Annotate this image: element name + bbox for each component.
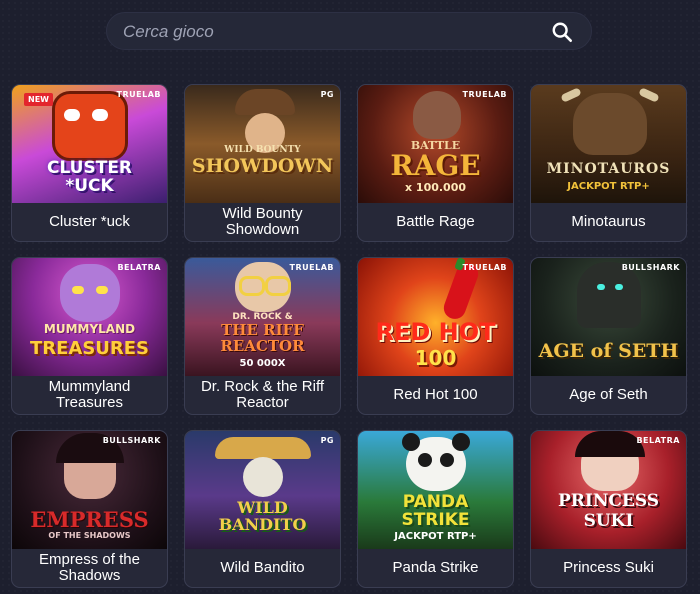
provider-logo: PG [320,90,334,99]
game-art-multiplier: x 100.000 [404,181,467,194]
new-badge: NEW [24,93,53,106]
game-thumbnail: MINOTAUROS JACKPOT RTP+ [531,85,686,203]
game-art-text: RAGE [390,149,481,182]
provider-logo: TRUELAB [289,263,334,272]
game-art-text: PANDA STRIKE [401,492,470,530]
game-art-jackpot: JACKPOT RTP+ [394,531,477,542]
game-art-text: WILD BANDITO [218,498,307,534]
game-title: Battle Rage [396,213,475,230]
provider-logo: BELATRA [117,263,161,272]
game-card-mummyland-treasures[interactable]: MUMMYLAND TREASURES BELATRA Mummyland Tr… [11,257,168,415]
game-thumbnail: MUMMYLAND TREASURES BELATRA [12,258,167,376]
provider-logo: PG [320,436,334,445]
game-title: Mummyland Treasures [48,378,131,411]
game-title: Empress of the Shadows [39,551,140,584]
game-thumbnail: EMPRESS OF THE SHADOWS BULLSHARK [12,431,167,549]
game-card-red-hot-100[interactable]: RED HOT 100 TRUELAB Red Hot 100 [357,257,514,415]
game-art-text: SHOWDOWN [191,155,334,177]
game-art-subtitle: WILD BOUNTY [224,145,301,155]
game-art-multiplier: 50 000X [239,358,286,369]
game-title: Princess Suki [563,559,654,576]
game-card-princess-suki[interactable]: PRINCESS SUKI BELATRA Princess Suki [530,430,687,588]
game-art-jackpot: JACKPOT RTP+ [567,181,650,192]
game-art-text: CLUSTER *UCK [46,158,133,196]
game-thumbnail: PANDA STRIKE JACKPOT RTP+ [358,431,513,549]
game-card-battle-rage[interactable]: BATTLE RAGE x 100.000 TRUELAB Battle Rag… [357,84,514,242]
game-thumbnail: AGE of SETH BULLSHARK [531,258,686,376]
provider-logo: TRUELAB [116,90,161,99]
game-thumbnail: RED HOT 100 TRUELAB [358,258,513,376]
game-title: Panda Strike [392,559,479,576]
game-art-number: 100 [414,346,457,370]
game-art-text: AGE of SETH [538,340,679,362]
game-card-wild-bandito[interactable]: WILD BANDITO PG Wild Bandito [184,430,341,588]
game-card-wild-bounty-showdown[interactable]: WILD BOUNTY SHOWDOWN PG Wild Bounty Show… [184,84,341,242]
game-title: Wild Bounty Showdown [222,205,303,238]
game-art-text: MINOTAUROS [546,161,671,177]
game-title: Dr. Rock & the Riff Reactor [200,378,325,411]
game-art-text: TREASURES [29,338,150,359]
search-input[interactable] [121,13,545,51]
game-card-cluster-uck[interactable]: CLUSTER *UCK NEW TRUELAB Cluster *uck [11,84,168,242]
game-title: Wild Bandito [220,559,305,576]
game-title: Age of Seth [569,386,648,403]
provider-logo: TRUELAB [462,263,507,272]
game-title: Minotaurus [571,213,646,230]
game-thumbnail: WILD BANDITO PG [185,431,340,549]
game-art-text: PRINCESS SUKI [557,491,660,531]
game-card-dr-rock-riff-reactor[interactable]: DR. ROCK & THE RIFF REACTOR 50 000X TRUE… [184,257,341,415]
provider-logo: BULLSHARK [621,263,680,272]
game-thumbnail: DR. ROCK & THE RIFF REACTOR 50 000X TRUE… [185,258,340,376]
game-card-age-of-seth[interactable]: AGE of SETH BULLSHARK Age of Seth [530,257,687,415]
provider-logo: TRUELAB [462,90,507,99]
game-card-panda-strike[interactable]: PANDA STRIKE JACKPOT RTP+ Panda Strike [357,430,514,588]
game-card-minotaurus[interactable]: MINOTAUROS JACKPOT RTP+ Minotaurus [530,84,687,242]
game-title: Red Hot 100 [393,386,478,403]
game-thumbnail: PRINCESS SUKI BELATRA [531,431,686,549]
game-thumbnail: WILD BOUNTY SHOWDOWN PG [185,85,340,203]
search-icon[interactable] [551,21,573,43]
provider-logo: BELATRA [636,436,680,445]
game-art-text: EMPRESS [30,507,149,532]
search-bar[interactable] [106,12,592,51]
game-thumbnail: BATTLE RAGE x 100.000 TRUELAB [358,85,513,203]
provider-logo: BULLSHARK [102,436,161,445]
game-art-text: RED HOT [375,318,496,346]
game-art-subtitle: OF THE SHADOWS [48,531,131,540]
game-card-empress-of-the-shadows[interactable]: EMPRESS OF THE SHADOWS BULLSHARK Empress… [11,430,168,588]
game-thumbnail: CLUSTER *UCK NEW TRUELAB [12,85,167,203]
game-art-subtitle: MUMMYLAND [43,322,136,336]
game-art-text: THE RIFF REACTOR [220,321,305,355]
game-title: Cluster *uck [49,213,130,230]
